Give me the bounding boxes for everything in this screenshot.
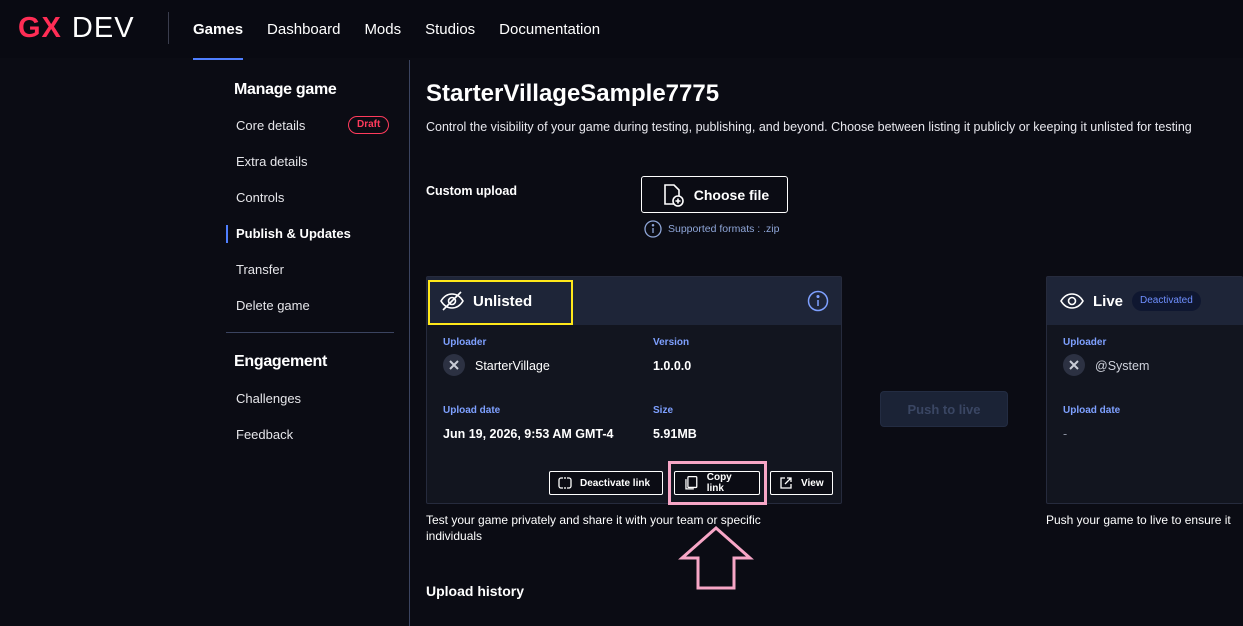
live-uploader-value: @System (1095, 359, 1150, 373)
eye-off-icon (440, 291, 464, 311)
logo-divider (168, 12, 169, 44)
main-nav: Games Dashboard Mods Studios Documentati… (193, 0, 624, 60)
unlisted-title: Unlisted (439, 285, 532, 317)
live-uploader-label: Uploader (1063, 337, 1107, 348)
upload-date-label: Upload date (443, 405, 501, 416)
sidebar-item-publish-updates[interactable]: Publish & Updates (226, 223, 394, 245)
avatar (443, 354, 465, 376)
nav-mods[interactable]: Mods (364, 0, 401, 58)
avatar (1063, 354, 1085, 376)
logo-gx: GX (18, 11, 62, 44)
version-label: Version (653, 337, 690, 348)
sidebar-item-challenges[interactable]: Challenges (226, 388, 394, 410)
sidebar-item-delete-game[interactable]: Delete game (226, 295, 394, 317)
file-add-icon (663, 183, 684, 207)
engagement-heading: Engagement (234, 353, 328, 370)
view-label: View (801, 477, 824, 489)
sidebar-divider (226, 332, 394, 333)
unlisted-title-text: Unlisted (473, 292, 533, 310)
eye-icon (1060, 293, 1084, 309)
live-title: Live (1059, 285, 1123, 317)
info-icon[interactable] (807, 290, 829, 312)
live-upload-date-value: - (1063, 427, 1068, 441)
unlisted-caption-line2: individuals (426, 529, 483, 543)
unlisted-card: Unlisted (426, 276, 842, 504)
sidebar-item-transfer[interactable]: Transfer (226, 259, 394, 281)
supported-formats: Supported formats : .zip (644, 220, 779, 238)
push-to-live-button[interactable]: Push to live (880, 391, 1008, 427)
choose-file-label: Choose file (693, 186, 770, 203)
gx-dev-logo[interactable]: GX DEV (18, 12, 135, 44)
nav-studios[interactable]: Studios (425, 0, 475, 58)
version-value: 1.0.0.0 (653, 359, 692, 373)
live-caption: Push your game to live to ensure it (1046, 513, 1231, 527)
deactivate-link-button[interactable]: Deactivate link (549, 471, 663, 495)
copy-icon (685, 475, 698, 490)
arrow-up-icon (678, 525, 754, 590)
unlisted-card-header: Unlisted (427, 277, 841, 325)
manage-game-heading: Manage game (234, 81, 337, 98)
unlisted-caption: Test your game privately and share it wi… (426, 512, 826, 544)
upload-history-heading: Upload history (426, 583, 525, 599)
sidebar-item-label: Core details (236, 118, 306, 133)
custom-upload-label: Custom upload (426, 184, 517, 198)
sidebar-item-controls[interactable]: Controls (226, 187, 394, 209)
unlisted-caption-line1: Test your game privately and share it wi… (426, 513, 761, 527)
draft-badge: Draft (348, 116, 390, 134)
page-title: StarterVillageSample7775 (426, 80, 720, 107)
size-value: 5.91MB (653, 427, 697, 441)
sidebar-item-extra-details[interactable]: Extra details (226, 151, 394, 173)
nav-dashboard[interactable]: Dashboard (267, 0, 340, 58)
choose-file-button[interactable]: Choose file (641, 176, 788, 213)
copy-link-button[interactable]: Copy link (674, 471, 760, 495)
nav-games[interactable]: Games (193, 0, 244, 60)
size-label: Size (653, 405, 674, 416)
x-icon (449, 360, 459, 370)
copy-link-label: Copy link (706, 472, 732, 494)
live-upload-date-label: Upload date (1063, 405, 1121, 416)
nav-documentation[interactable]: Documentation (499, 0, 600, 58)
external-link-icon (780, 477, 792, 489)
upload-date-value: Jun 19, 2026, 9:53 AM GMT-4 (443, 427, 614, 441)
sidebar-item-core-details[interactable]: Core details Draft (226, 115, 394, 137)
page-description: Control the visibility of your game duri… (426, 120, 1192, 134)
content-divider (409, 60, 410, 626)
x-icon (1069, 360, 1079, 370)
uploader-value: StarterVillage (475, 359, 550, 373)
deactivate-link-label: Deactivate link (580, 477, 651, 489)
live-title-text: Live (1093, 292, 1124, 310)
view-button[interactable]: View (770, 471, 833, 495)
info-icon (644, 220, 662, 238)
logo-dev: DEV (71, 11, 135, 44)
uploader-label: Uploader (443, 337, 487, 348)
top-bar: GX DEV Games Dashboard Mods Studios Docu… (0, 0, 1243, 60)
deactivated-badge: Deactivated (1132, 291, 1201, 311)
supported-formats-text: Supported formats : .zip (668, 223, 780, 235)
sidebar-item-feedback[interactable]: Feedback (226, 424, 394, 446)
unlink-icon (558, 477, 572, 489)
